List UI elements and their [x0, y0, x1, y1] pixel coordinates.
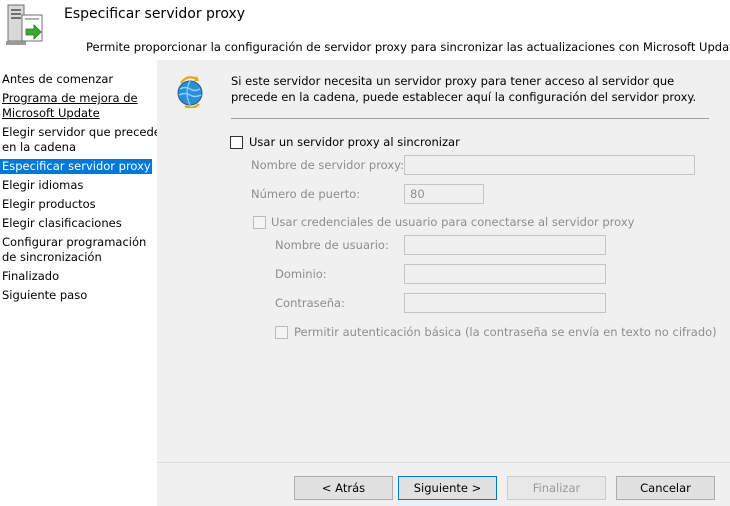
- footer-divider: [157, 462, 730, 463]
- nav-item-label: Elegir productos: [2, 197, 96, 211]
- wizard-header: Especificar servidor proxy Permite propo…: [0, 0, 730, 60]
- next-button[interactable]: Siguiente >: [398, 476, 497, 500]
- finish-button[interactable]: Finalizar: [507, 476, 606, 500]
- nav-item-label: Elegir clasificaciones: [2, 216, 122, 230]
- nav-item-siguiente-paso[interactable]: Siguiente paso: [0, 288, 152, 303]
- server-name-field[interactable]: [404, 155, 695, 175]
- nav-item-label: Finalizado: [2, 269, 60, 283]
- nav-item-configurar-programacion[interactable]: Configurar programación de sincronizació…: [0, 235, 152, 265]
- server-name-label: Nombre de servidor proxy:: [251, 158, 404, 172]
- use-proxy-checkbox[interactable]: [230, 136, 243, 149]
- nav-item-label: Programa de mejora de: [2, 91, 138, 105]
- password-field[interactable]: [404, 293, 606, 313]
- content-panel: Si este servidor necesita un servidor pr…: [157, 60, 730, 506]
- nav-item-label: Antes de comenzar: [2, 72, 114, 86]
- nav-item-label: Siguiente paso: [2, 288, 88, 302]
- domain-field[interactable]: [404, 264, 606, 284]
- nav-item-label: Especificar servidor proxy: [2, 159, 151, 173]
- use-credentials-label: Usar credenciales de usuario para conect…: [271, 215, 635, 229]
- basic-auth-checkbox[interactable]: [275, 326, 288, 339]
- port-field[interactable]: 80: [404, 184, 484, 204]
- wizard-steps-nav: Antes de comenzar Programa de mejora de …: [0, 60, 161, 506]
- nav-item-programa-mejora[interactable]: Programa de mejora de Microsoft Update: [0, 91, 152, 121]
- nav-item-especificar-proxy[interactable]: Especificar servidor proxy: [0, 159, 152, 174]
- nav-item-label: en la cadena: [2, 140, 76, 154]
- basic-auth-label: Permitir autenticación básica (la contra…: [294, 325, 717, 339]
- nav-item-antes-de-comenzar[interactable]: Antes de comenzar: [0, 72, 152, 87]
- nav-item-elegir-productos[interactable]: Elegir productos: [0, 197, 152, 212]
- page-title: Especificar servidor proxy: [64, 6, 246, 22]
- use-proxy-label: Usar un servidor proxy al sincronizar: [249, 135, 460, 149]
- password-label: Contraseña:: [275, 296, 345, 310]
- nav-item-label: Configurar programación: [2, 235, 147, 249]
- nav-item-elegir-clasificaciones[interactable]: Elegir clasificaciones: [0, 216, 152, 231]
- use-credentials-checkbox[interactable]: [253, 216, 266, 229]
- info-text: Si este servidor necesita un servidor pr…: [231, 74, 697, 104]
- separator: [231, 118, 709, 119]
- nav-item-label: Microsoft Update: [2, 106, 100, 120]
- nav-item-label: de sincronización: [2, 250, 102, 264]
- username-label: Nombre de usuario:: [275, 238, 389, 252]
- nav-item-elegir-servidor[interactable]: Elegir servidor que precede en la cadena: [0, 125, 161, 155]
- back-button[interactable]: < Atrás: [294, 476, 393, 500]
- username-field[interactable]: [404, 235, 606, 255]
- globe-sync-icon: [177, 76, 203, 108]
- port-label: Número de puerto:: [251, 187, 361, 201]
- nav-item-label: Elegir idiomas: [2, 178, 84, 192]
- cancel-button[interactable]: Cancelar: [616, 476, 715, 500]
- domain-label: Dominio:: [275, 267, 327, 281]
- nav-item-elegir-idiomas[interactable]: Elegir idiomas: [0, 178, 152, 193]
- page-description: Permite proporcionar la configuración de…: [86, 40, 730, 54]
- server-sync-icon: [6, 4, 43, 45]
- nav-item-finalizado[interactable]: Finalizado: [0, 269, 152, 284]
- nav-item-label: Elegir servidor que precede: [2, 125, 161, 139]
